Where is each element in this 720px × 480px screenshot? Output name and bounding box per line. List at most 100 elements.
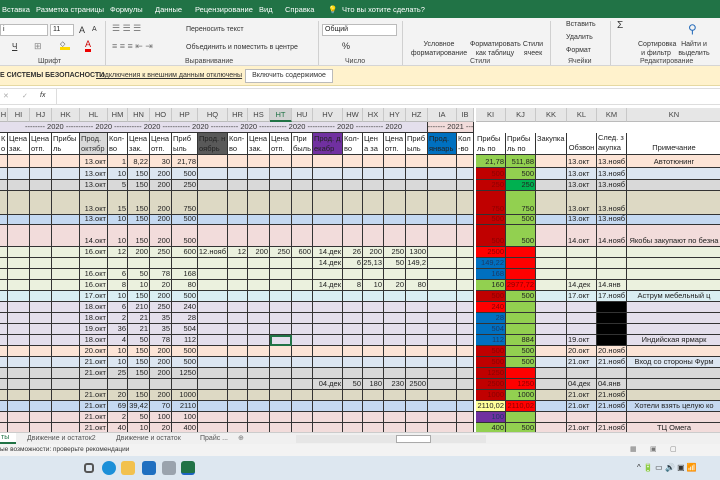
cell-hn[interactable]: 150 — [128, 180, 150, 191]
cell-hz[interactable] — [406, 215, 428, 225]
cell-hs[interactable] — [248, 368, 270, 379]
cell-kj[interactable]: 250 — [506, 180, 536, 191]
cell-hs[interactable] — [248, 180, 270, 191]
cell-ib[interactable] — [457, 280, 474, 291]
cell-hl[interactable]: 21.окт — [80, 390, 108, 401]
cell-kj[interactable]: 2977,72 — [506, 280, 536, 291]
cell-ia[interactable] — [428, 191, 457, 215]
merge-center-button[interactable]: Объединить и поместить в центре — [186, 44, 298, 51]
cell-hw[interactable] — [343, 155, 363, 168]
cell-hk[interactable] — [52, 379, 80, 390]
cell-ib[interactable] — [457, 291, 474, 302]
cell-hw[interactable] — [343, 346, 363, 357]
cell-hn[interactable]: 150 — [128, 357, 150, 368]
cell-hk[interactable] — [52, 247, 80, 258]
cell-hs[interactable] — [248, 258, 270, 269]
cell-hj[interactable] — [30, 247, 52, 258]
cell-hw[interactable] — [343, 225, 363, 247]
cell-ki[interactable]: 500 — [476, 168, 506, 180]
cell-ho[interactable]: 200 — [150, 225, 172, 247]
cell-hk[interactable] — [52, 401, 80, 412]
cell-km[interactable] — [597, 269, 627, 280]
cell-hz[interactable]: 1300 — [406, 247, 428, 258]
cell-hq[interactable] — [198, 368, 228, 379]
cell-hr[interactable] — [228, 357, 248, 368]
cell-hp[interactable]: 500 — [172, 291, 198, 302]
cell-hy[interactable] — [384, 155, 406, 168]
column-header-ki[interactable]: KI — [476, 108, 506, 122]
cell-hx[interactable] — [363, 302, 384, 313]
cell-hs[interactable] — [248, 401, 270, 412]
cell-hj[interactable] — [30, 412, 52, 423]
cell-hp[interactable] — [172, 379, 198, 390]
cell-kl[interactable]: 14.окт — [567, 225, 597, 247]
cell-kk[interactable] — [536, 335, 567, 346]
cell-hl[interactable]: 16.окт — [80, 247, 108, 258]
font-size-select[interactable]: 11 — [50, 24, 74, 36]
cell-hy[interactable] — [384, 269, 406, 280]
cell-hi[interactable] — [8, 180, 30, 191]
cell-ki[interactable]: 2110,02 — [476, 401, 506, 412]
cell-kk[interactable] — [536, 155, 567, 168]
cell-hi[interactable] — [8, 258, 30, 269]
cell-kj[interactable]: 1250 — [506, 379, 536, 390]
cell-ki[interactable]: 2500 — [476, 379, 506, 390]
cell-km[interactable]: 13.нояб — [597, 168, 627, 180]
cell-hu[interactable] — [292, 324, 313, 335]
cell-hi[interactable] — [8, 313, 30, 324]
cell-kk[interactable] — [536, 390, 567, 401]
cell-ho[interactable]: 250 — [150, 302, 172, 313]
cell-hj[interactable] — [30, 302, 52, 313]
cell-hw[interactable] — [343, 368, 363, 379]
cell-hn[interactable]: 150 — [128, 346, 150, 357]
cell-hn[interactable]: 10 — [128, 423, 150, 432]
cell-hx[interactable] — [363, 215, 384, 225]
cell-kn[interactable] — [627, 390, 720, 401]
cell-hz[interactable] — [406, 357, 428, 368]
cell-hp[interactable]: 1000 — [172, 390, 198, 401]
cell-hr[interactable] — [228, 379, 248, 390]
cell-hl[interactable]: 19.окт — [80, 324, 108, 335]
format-cells-button[interactable]: Формат — [566, 47, 591, 54]
cell-ht[interactable] — [270, 168, 292, 180]
cell-kn[interactable] — [627, 368, 720, 379]
cell-hl[interactable]: 13.окт — [80, 168, 108, 180]
cell-ia[interactable] — [428, 302, 457, 313]
cell-hk[interactable] — [52, 291, 80, 302]
cell-ht[interactable] — [270, 269, 292, 280]
cell-hl[interactable] — [80, 379, 108, 390]
cell-ht[interactable] — [270, 390, 292, 401]
cell-kj[interactable] — [506, 247, 536, 258]
sheet-tab[interactable]: Движение и остаток2 — [27, 435, 96, 442]
cell-ia[interactable] — [428, 379, 457, 390]
cell-ia[interactable] — [428, 280, 457, 291]
cell-hq[interactable] — [198, 180, 228, 191]
borders-icon[interactable]: ⊞ — [34, 41, 42, 52]
cell-hk[interactable] — [52, 324, 80, 335]
cell-hr[interactable] — [228, 215, 248, 225]
cell-ht[interactable] — [270, 191, 292, 215]
cell-kl[interactable]: 04.дек — [567, 379, 597, 390]
cell-hm[interactable]: 1 — [108, 155, 128, 168]
cell-hs[interactable] — [248, 335, 270, 346]
cell-kl[interactable]: 13.окт — [567, 215, 597, 225]
cell-hi[interactable] — [8, 357, 30, 368]
cell-hp[interactable]: 1250 — [172, 368, 198, 379]
column-header-ia[interactable]: IA — [428, 108, 457, 122]
cell-h[interactable] — [0, 390, 8, 401]
column-header-hn[interactable]: HN — [128, 108, 150, 122]
cell-ht[interactable] — [270, 302, 292, 313]
cell-kk[interactable] — [536, 168, 567, 180]
cell-ht[interactable] — [270, 280, 292, 291]
cell-hm[interactable]: 10 — [108, 357, 128, 368]
cell-kk[interactable] — [536, 269, 567, 280]
cell-kk[interactable] — [536, 191, 567, 215]
cell-hy[interactable]: 230 — [384, 379, 406, 390]
cell-hm[interactable]: 36 — [108, 324, 128, 335]
cell-ib[interactable] — [457, 346, 474, 357]
cell-hy[interactable] — [384, 368, 406, 379]
cell-h[interactable] — [0, 180, 8, 191]
cell-ia[interactable] — [428, 390, 457, 401]
cell-kl[interactable]: 13.окт — [567, 191, 597, 215]
cell-hk[interactable] — [52, 269, 80, 280]
